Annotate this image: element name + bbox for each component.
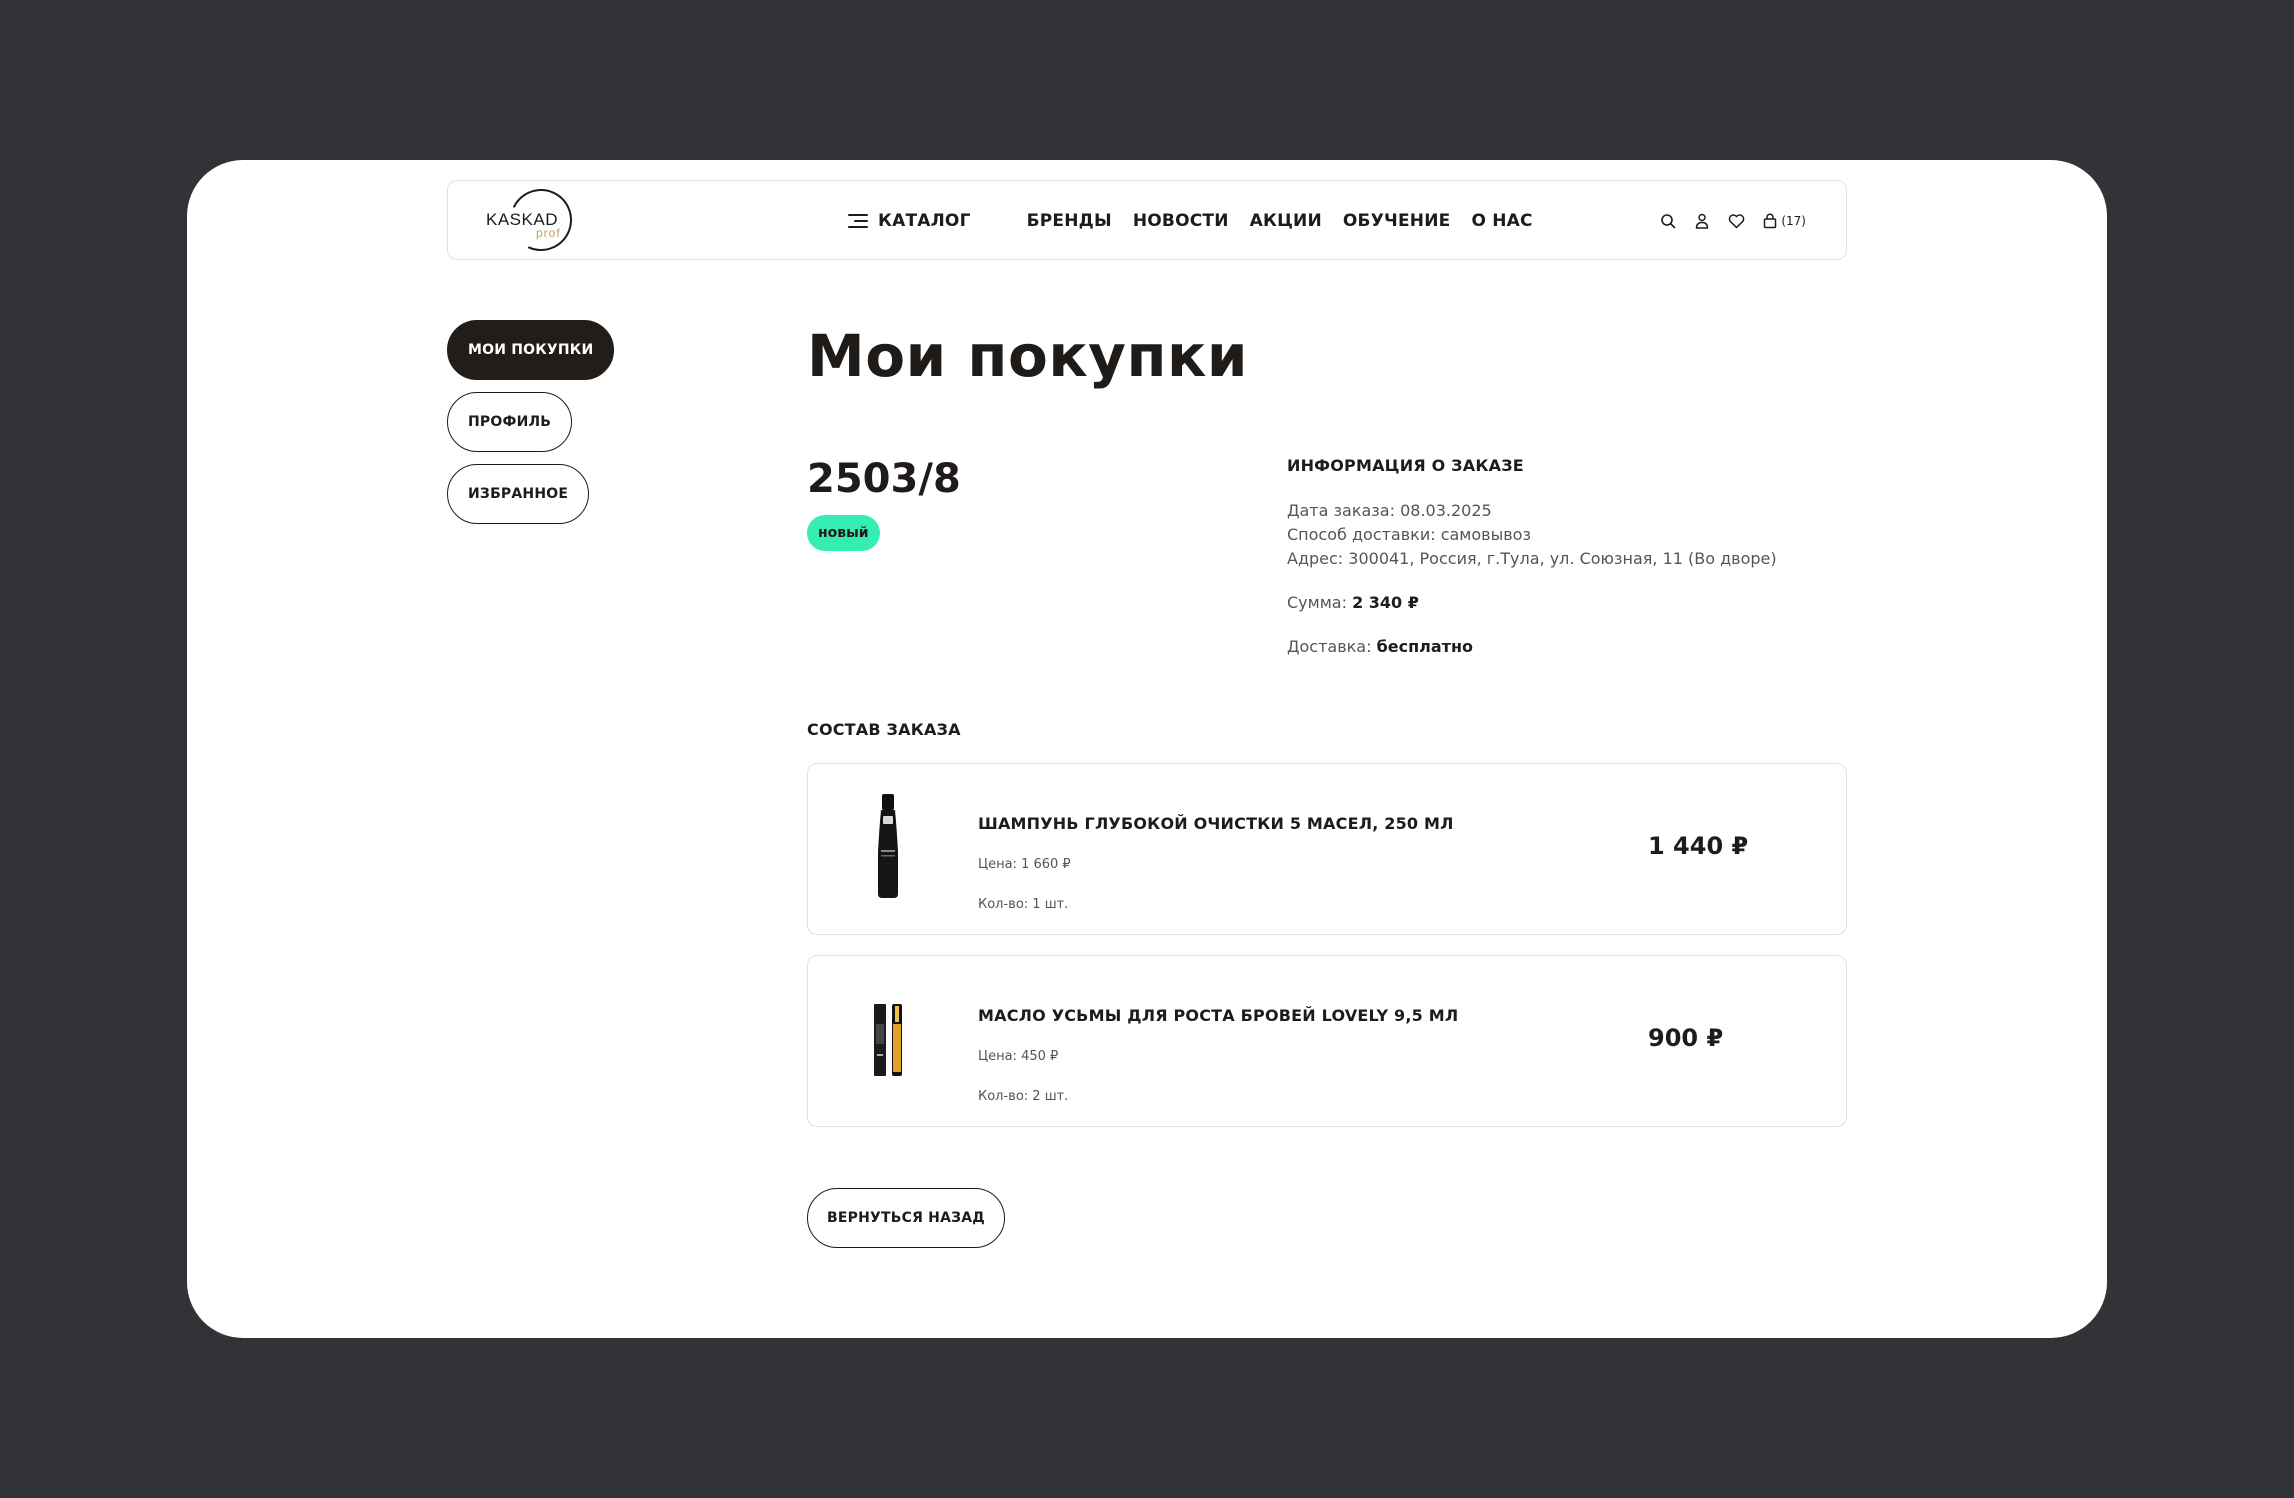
order-sum: Сумма: 2 340 ₽ <box>1287 593 1419 612</box>
logo-subtext: prof <box>536 226 561 240</box>
status-badge: новый <box>807 515 880 551</box>
delivery-address: Адрес: 300041, Россия, г.Тула, ул. Союзн… <box>1287 549 1777 568</box>
product-total: 900 ₽ <box>1648 1024 1724 1052</box>
nav-link-training[interactable]: ОБУЧЕНИЕ <box>1343 211 1451 231</box>
product-total: 1 440 ₽ <box>1648 832 1749 860</box>
page-title: Мои покупки <box>807 322 1249 390</box>
product-price: Цена: 1 660 ₽ <box>978 857 1071 872</box>
order-item[interactable]: МАСЛО УСЬМЫ ДЛЯ РОСТА БРОВЕЙ LOVELY 9,5 … <box>807 955 1847 1127</box>
back-button[interactable]: ВЕРНУТЬСЯ НАЗАД <box>807 1188 1005 1248</box>
product-price: Цена: 450 ₽ <box>978 1049 1059 1064</box>
main-nav: КАТАЛОГ БРЕНДЫ НОВОСТИ АКЦИИ ОБУЧЕНИЕ О … <box>848 181 1554 261</box>
product-image[interactable] <box>868 984 908 1094</box>
product-name[interactable]: ШАМПУНЬ ГЛУБОКОЙ ОЧИСТКИ 5 МАСЕЛ, 250 МЛ <box>978 814 1454 833</box>
order-sum-value: 2 340 ₽ <box>1352 593 1419 612</box>
product-name[interactable]: МАСЛО УСЬМЫ ДЛЯ РОСТА БРОВЕЙ LOVELY 9,5 … <box>978 1006 1458 1025</box>
product-quantity: Кол-во: 2 шт. <box>978 1089 1069 1104</box>
header-actions: (17) <box>1659 181 1806 261</box>
sidebar-item-favorites[interactable]: ИЗБРАННОЕ <box>447 464 590 524</box>
order-sum-label: Сумма: <box>1287 593 1347 612</box>
delivery-method: Способ доставки: самовывоз <box>1287 525 1531 544</box>
delivery-cost-value: бесплатно <box>1376 637 1473 656</box>
cart-button[interactable]: (17) <box>1761 212 1806 230</box>
nav-link-brands[interactable]: БРЕНДЫ <box>1027 211 1112 231</box>
user-icon[interactable] <box>1693 212 1711 230</box>
delivery-cost-label: Доставка: <box>1287 637 1372 656</box>
nav-link-news[interactable]: НОВОСТИ <box>1133 211 1229 231</box>
order-item[interactable]: ШАМПУНЬ ГЛУБОКОЙ ОЧИСТКИ 5 МАСЕЛ, 250 МЛ… <box>807 763 1847 935</box>
account-card: KASKAD prof КАТАЛОГ БРЕНДЫ НОВОСТИ АКЦИИ… <box>187 160 2107 1338</box>
site-header: KASKAD prof КАТАЛОГ БРЕНДЫ НОВОСТИ АКЦИИ… <box>447 180 1847 260</box>
catalog-label: КАТАЛОГ <box>878 211 971 231</box>
bag-icon <box>1761 212 1779 230</box>
sidebar-item-purchases[interactable]: МОИ ПОКУПКИ <box>447 320 615 380</box>
menu-icon <box>848 214 868 228</box>
order-date: Дата заказа: 08.03.2025 <box>1287 501 1492 520</box>
delivery-cost: Доставка: бесплатно <box>1287 637 1473 656</box>
heart-icon[interactable] <box>1727 212 1745 230</box>
order-number: 2503/8 <box>807 456 961 502</box>
catalog-button[interactable]: КАТАЛОГ <box>848 211 971 231</box>
order-composition-title: СОСТАВ ЗАКАЗА <box>807 720 961 739</box>
sidebar-item-profile[interactable]: ПРОФИЛЬ <box>447 392 573 452</box>
nav-link-promotions[interactable]: АКЦИИ <box>1250 211 1322 231</box>
logo[interactable]: KASKAD prof <box>486 180 586 260</box>
cart-count: (17) <box>1781 214 1806 228</box>
search-icon[interactable] <box>1659 212 1677 230</box>
product-image[interactable] <box>868 792 908 902</box>
product-quantity: Кол-во: 1 шт. <box>978 897 1069 912</box>
nav-link-about[interactable]: О НАС <box>1471 211 1532 231</box>
order-info-title: ИНФОРМАЦИЯ О ЗАКАЗЕ <box>1287 456 1524 475</box>
